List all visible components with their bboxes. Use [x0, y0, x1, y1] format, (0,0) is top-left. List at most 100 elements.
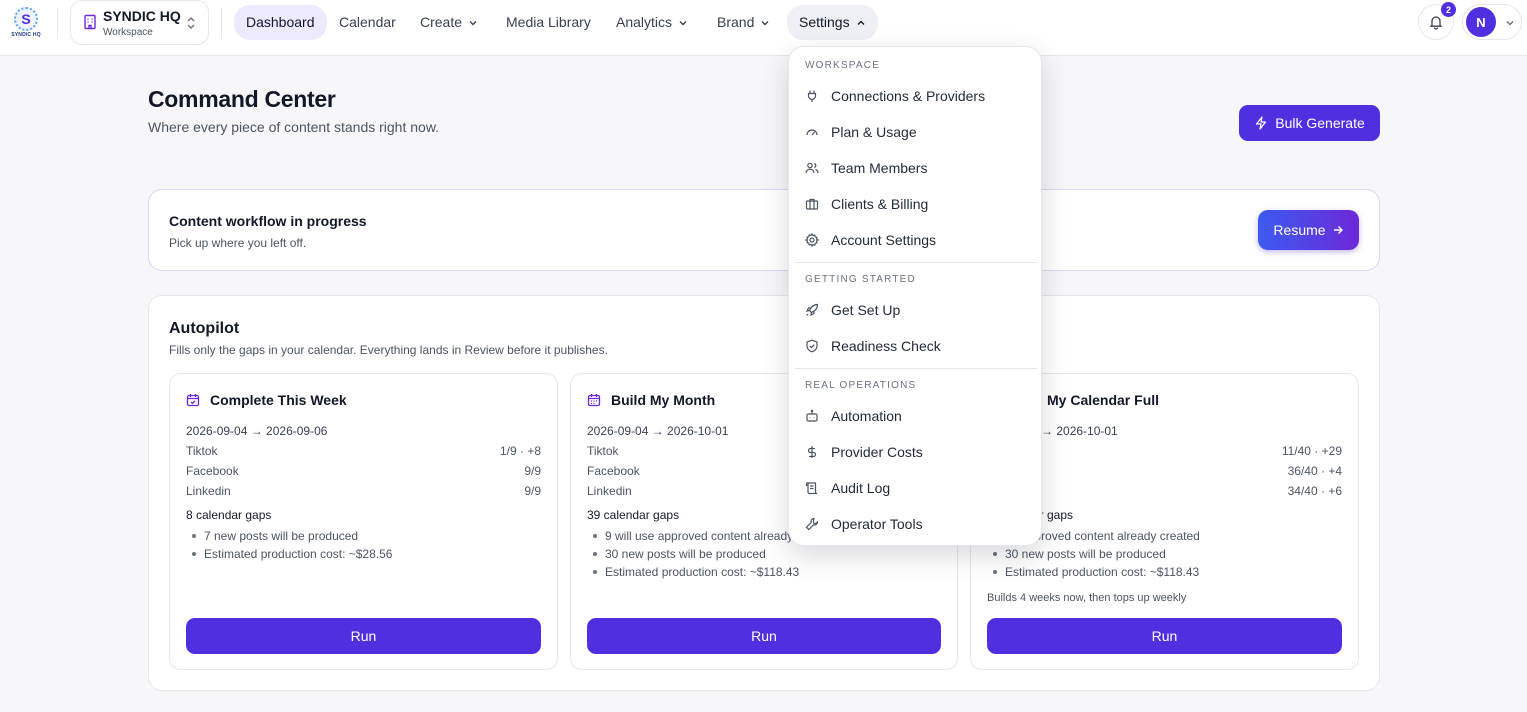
nav-create-label: Create — [420, 14, 463, 30]
chevrons-up-down-icon — [187, 17, 195, 29]
wrench-icon — [805, 517, 819, 531]
calendar-gaps: 39 calendar gaps — [587, 508, 680, 522]
bot-icon — [806, 409, 818, 422]
chevron-down-icon — [469, 20, 477, 25]
autopilot-card: Autopilot Fills only the gaps in your ca… — [148, 295, 1380, 691]
app-logo[interactable]: S SYNDIC HQ — [10, 7, 42, 39]
detail-item: Estimated production cost: ~$118.43 — [993, 563, 1200, 581]
plan-details: 7 new posts will be produced Estimated p… — [192, 527, 392, 563]
nav-media-library-label: Media Library — [506, 14, 591, 30]
platform-value: 1/9 · +8 — [499, 444, 541, 458]
detail-item: 7 new posts will be produced — [192, 527, 392, 545]
workflow-subtitle: Pick up where you left off. — [169, 236, 307, 250]
platform-value: 9/9 — [524, 464, 541, 478]
menu-item-account-settings[interactable]: Account Settings — [795, 224, 1037, 256]
nav-analytics[interactable]: Analytics — [604, 5, 700, 40]
menu-item-operator-tools[interactable]: Operator Tools — [795, 508, 1037, 540]
nav-brand[interactable]: Brand — [705, 5, 782, 40]
dollar-icon — [807, 446, 817, 458]
menu-item-label: Automation — [831, 408, 902, 424]
menu-item-label: Plan & Usage — [831, 124, 917, 140]
menu-item-label: Audit Log — [831, 480, 891, 496]
gear-icon — [805, 233, 819, 247]
nav-create[interactable]: Create — [408, 5, 490, 40]
arrow-right-icon — [1333, 226, 1343, 234]
menu-item-connections-providers[interactable]: Connections & Providers — [795, 80, 1037, 112]
platform-name: Linkedin — [587, 484, 632, 498]
menu-item-readiness-check[interactable]: Readiness Check — [795, 330, 1037, 362]
menu-item-label: Readiness Check — [831, 338, 941, 354]
menu-item-label: Operator Tools — [831, 516, 923, 532]
autopilot-title: Autopilot — [169, 320, 240, 337]
calendar-gaps: 8 calendar gaps — [186, 508, 272, 522]
workspace-label: Workspace — [103, 27, 153, 38]
lightning-icon — [1256, 116, 1267, 130]
menu-item-get-set-up[interactable]: Get Set Up — [795, 294, 1037, 326]
run-button[interactable]: Run — [987, 618, 1342, 654]
platform-name: Tiktok — [186, 444, 218, 458]
nav-dashboard[interactable]: Dashboard — [234, 5, 327, 40]
scroll-icon — [805, 482, 818, 495]
resume-label: Resume — [1273, 222, 1326, 238]
detail-item: 9 will use approved content already — [593, 527, 799, 545]
divider — [57, 8, 58, 38]
nav-settings[interactable]: Settings — [787, 5, 878, 40]
chevron-down-icon — [679, 20, 687, 25]
menu-item-provider-costs[interactable]: Provider Costs — [795, 436, 1037, 468]
menu-item-team-members[interactable]: Team Members — [795, 152, 1037, 184]
detail-item: 30 new posts will be produced — [593, 545, 799, 563]
plan-date-range: 4 → 2026-10-01 — [1031, 424, 1118, 438]
notification-count-badge: 2 — [1441, 2, 1456, 17]
platform-name: Facebook — [186, 464, 239, 478]
rocket-icon — [805, 303, 819, 317]
bulk-generate-button[interactable]: Bulk Generate — [1239, 105, 1380, 141]
nav-media-library[interactable]: Media Library — [494, 5, 603, 40]
workspace-switcher[interactable]: SYNDIC HQ Workspace — [70, 0, 209, 45]
nav-calendar[interactable]: Calendar — [327, 5, 408, 40]
plan-title: Complete This Week — [210, 392, 347, 408]
menu-item-automation[interactable]: Automation — [795, 400, 1037, 432]
platform-row: Facebook 9/9 — [186, 464, 541, 484]
avatar: N — [1466, 7, 1496, 37]
page-title: Command Center — [148, 86, 336, 112]
platform-value: 36/40 · +4 — [1287, 464, 1342, 478]
menu-item-plan-usage[interactable]: Plan & Usage — [795, 116, 1037, 148]
detail-item: Estimated production cost: ~$28.56 — [192, 545, 392, 563]
platform-value: 11/40 · +29 — [1281, 444, 1342, 458]
page-subtitle: Where every piece of content stands righ… — [148, 119, 440, 135]
plan-details: 9 will use approved content already 30 n… — [593, 527, 799, 581]
menu-item-label: Account Settings — [831, 232, 937, 248]
resume-button[interactable]: Resume — [1258, 210, 1359, 250]
menu-item-label: Connections & Providers — [831, 88, 986, 104]
menu-item-clients-billing[interactable]: Clients & Billing — [795, 188, 1037, 220]
logo-text: SYNDIC HQ — [11, 32, 41, 38]
briefcase-icon — [805, 198, 819, 210]
autopilot-subtitle: Fills only the gaps in your calendar. Ev… — [169, 343, 608, 357]
nav-settings-label: Settings — [799, 14, 850, 30]
plug-icon — [807, 90, 817, 102]
chevron-down-icon — [761, 20, 769, 25]
top-navigation-bar: S SYNDIC HQ SYNDIC HQ Workspace Dashboar… — [0, 0, 1527, 56]
menu-item-audit-log[interactable]: Audit Log — [795, 472, 1037, 504]
workspace-name: SYNDIC HQ — [103, 8, 181, 24]
platform-row: Tiktok 1/9 · +8 — [186, 444, 541, 464]
nav-dashboard-label: Dashboard — [246, 14, 315, 30]
user-menu[interactable]: N — [1462, 4, 1522, 40]
building-icon — [84, 14, 96, 30]
plan-card-complete-this-week: Complete This Week 2026-09-04 → 2026-09-… — [169, 373, 558, 670]
nav-brand-label: Brand — [717, 14, 755, 30]
run-button[interactable]: Run — [587, 618, 941, 654]
detail-item: 30 new posts will be produced — [993, 545, 1200, 563]
run-button[interactable]: Run — [186, 618, 541, 654]
bulk-generate-label: Bulk Generate — [1275, 115, 1365, 131]
menu-item-label: Clients & Billing — [831, 196, 929, 212]
bell-icon — [1429, 16, 1443, 30]
menu-item-label: Team Members — [831, 160, 928, 176]
menu-item-label: Provider Costs — [831, 444, 923, 460]
nav-calendar-label: Calendar — [339, 14, 396, 30]
nav-analytics-label: Analytics — [616, 14, 673, 30]
section-heading-getting-started: GETTING STARTED — [805, 274, 916, 285]
chevron-up-icon — [857, 20, 865, 25]
plan-note: Builds 4 weeks now, then tops up weekly — [987, 592, 1187, 604]
plan-title: Build My Month — [611, 392, 716, 408]
